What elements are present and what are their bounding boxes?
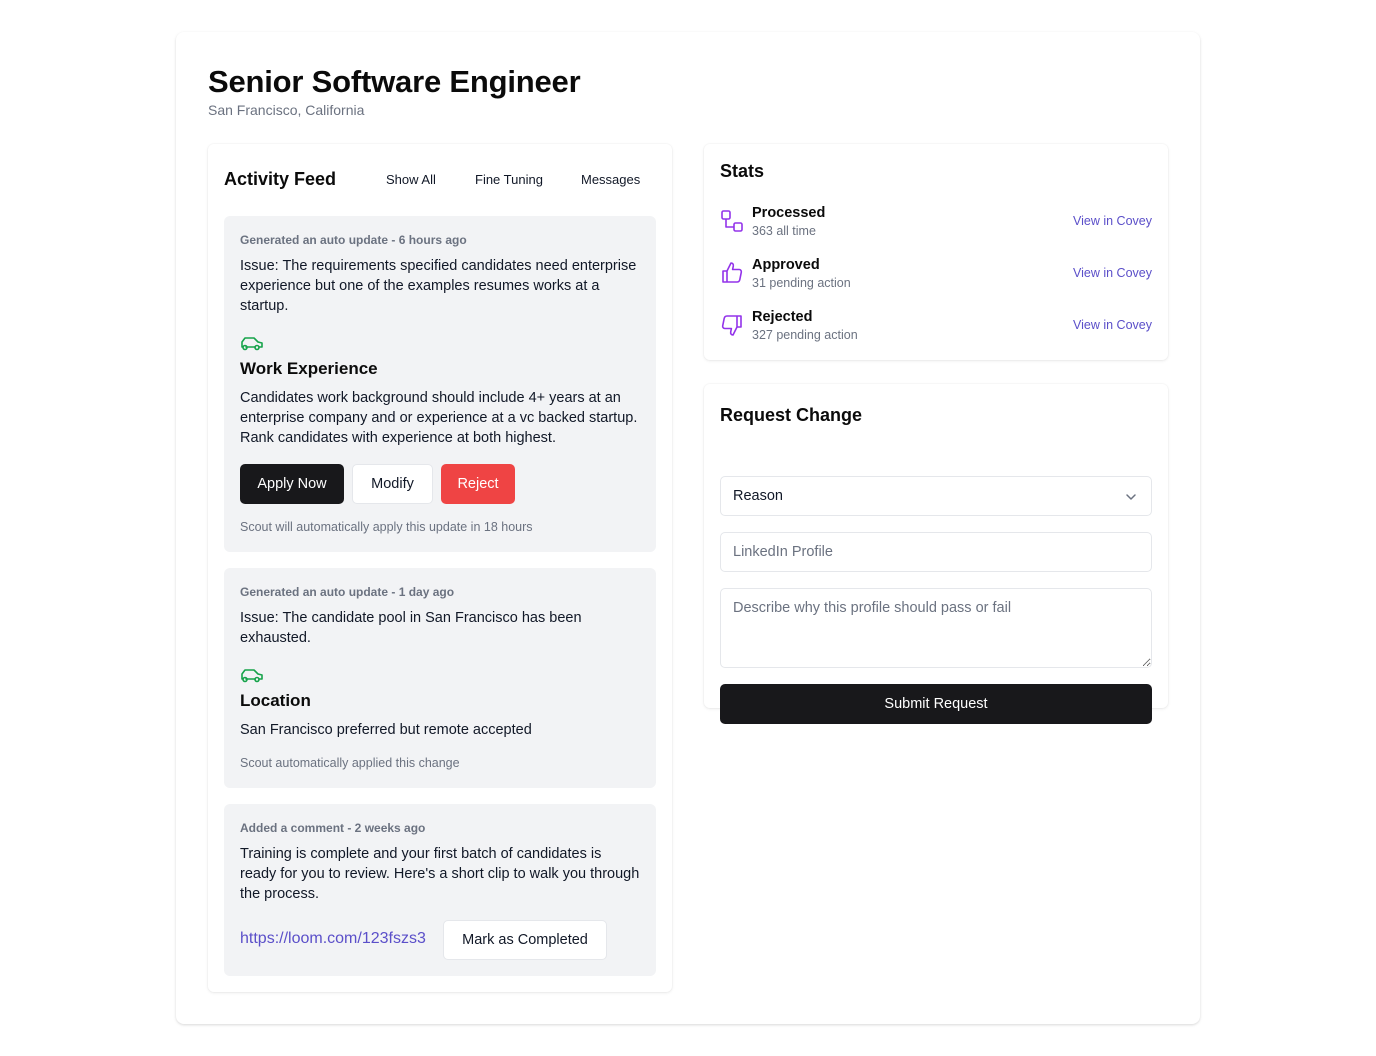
request-change-title: Request Change: [720, 405, 863, 425]
comment-text: Training is complete and your first batc…: [240, 846, 640, 902]
activity-issue: Issue: The requirements specified candid…: [240, 258, 637, 314]
car-icon: [241, 337, 263, 351]
view-in-covey-link[interactable]: View in Covey: [1073, 266, 1152, 280]
activity-note: Scout will automatically apply this upda…: [240, 520, 533, 534]
stat-row-processed: Processed 363 all time View in Covey: [720, 205, 1152, 245]
stats-panel: Stats Processed 363 all time View in Cov…: [704, 144, 1168, 360]
activity-description: Candidates work background should includ…: [240, 390, 638, 446]
loom-link[interactable]: https://loom.com/123fszs3: [240, 930, 426, 948]
activity-heading: Location: [240, 691, 311, 710]
tab-fine-tuning[interactable]: Fine Tuning: [475, 172, 543, 187]
stats-title: Stats: [720, 161, 765, 181]
stat-sub: 363 all time: [752, 224, 816, 238]
page-title: Senior Software Engineer: [208, 64, 581, 99]
activity-item: Added a comment - 2 weeks ago Training i…: [224, 804, 656, 976]
activity-item: Generated an auto update - 6 hours ago I…: [224, 216, 656, 552]
job-page-card: Senior Software Engineer San Francisco, …: [176, 32, 1200, 1024]
modify-button[interactable]: Modify: [352, 464, 433, 504]
describe-reason-textarea[interactable]: [720, 588, 1152, 668]
activity-note: Scout automatically applied this change: [240, 756, 460, 770]
reason-select[interactable]: Reason: [720, 476, 1152, 516]
submit-request-button[interactable]: Submit Request: [720, 684, 1152, 724]
activity-description: San Francisco preferred but remote accep…: [240, 722, 532, 738]
stat-label: Processed: [752, 205, 826, 221]
request-change-panel: Request Change Reason Submit Request: [704, 384, 1168, 724]
stat-row-rejected: Rejected 327 pending action View in Cove…: [720, 309, 1152, 349]
tab-show-all[interactable]: Show All: [386, 172, 436, 187]
stat-row-approved: Approved 31 pending action View in Covey: [720, 257, 1152, 297]
activity-meta: Generated an auto update - 6 hours ago: [240, 233, 467, 247]
activity-issue: Issue: The candidate pool in San Francis…: [240, 610, 582, 646]
activity-meta: Added a comment - 2 weeks ago: [240, 821, 426, 835]
chevron-down-icon: [1126, 494, 1136, 500]
flow-icon: [721, 210, 743, 232]
reason-select-value: Reason: [733, 488, 783, 504]
view-in-covey-link[interactable]: View in Covey: [1073, 214, 1152, 228]
linkedin-profile-input[interactable]: [720, 532, 1152, 572]
activity-heading: Work Experience: [240, 359, 378, 378]
thumbs-down-icon: [721, 315, 742, 336]
activity-feed-panel: Activity Feed Show All Fine Tuning Messa…: [208, 144, 672, 992]
tab-messages[interactable]: Messages: [581, 172, 640, 187]
stat-sub: 327 pending action: [752, 328, 858, 342]
activity-meta: Generated an auto update - 1 day ago: [240, 585, 455, 599]
apply-now-button[interactable]: Apply Now: [240, 464, 344, 504]
thumbs-up-icon: [722, 262, 743, 283]
stat-label: Approved: [752, 257, 820, 273]
car-icon: [241, 669, 263, 683]
stat-sub: 31 pending action: [752, 276, 851, 290]
reject-button[interactable]: Reject: [441, 464, 515, 504]
activity-item: Generated an auto update - 1 day ago Iss…: [224, 568, 656, 788]
stat-label: Rejected: [752, 309, 813, 325]
activity-feed-title: Activity Feed: [224, 169, 337, 189]
view-in-covey-link[interactable]: View in Covey: [1073, 318, 1152, 332]
mark-as-completed-button[interactable]: Mark as Completed: [443, 920, 607, 960]
job-location: San Francisco, California: [208, 102, 365, 118]
